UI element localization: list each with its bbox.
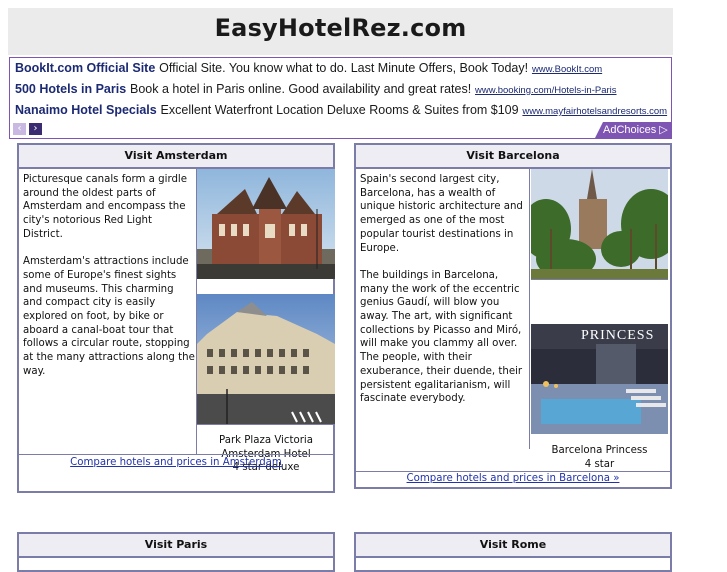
amsterdam-church-photo bbox=[197, 169, 335, 279]
photo-divider bbox=[531, 279, 668, 280]
hotel-name[interactable]: Barcelona Princess bbox=[531, 444, 668, 458]
ad-item[interactable]: BookIt.com Official Site Official Site. … bbox=[15, 61, 602, 75]
barcelona-hotel-photo: PRINCESS bbox=[531, 324, 668, 434]
footer-divider bbox=[356, 471, 672, 472]
ad-title[interactable]: Nanaimo Hotel Specials bbox=[15, 103, 157, 117]
card-rome: Visit Rome bbox=[354, 532, 672, 572]
hotel-sign: PRINCESS bbox=[581, 328, 655, 343]
amsterdam-hotel-photo bbox=[197, 294, 335, 424]
ad-next-icon[interactable]: › bbox=[29, 123, 42, 135]
ad-block: BookIt.com Official Site Official Site. … bbox=[9, 57, 672, 139]
hotel-caption: Barcelona Princess 4 star bbox=[531, 444, 668, 471]
card-title: Visit Amsterdam bbox=[19, 145, 333, 169]
destination-description: Spain's second largest city, Barcelona, … bbox=[360, 173, 528, 420]
card-barcelona: Visit Barcelona Spain's second largest c… bbox=[354, 143, 672, 489]
description-paragraph: Spain's second largest city, Barcelona, … bbox=[360, 174, 523, 254]
column-divider bbox=[529, 169, 530, 449]
ad-prev-icon[interactable]: ‹ bbox=[13, 123, 26, 135]
card-title: Visit Rome bbox=[356, 534, 670, 558]
compare-hotels-link[interactable]: Compare hotels and prices in Amsterdam bbox=[19, 457, 333, 468]
card-paris: Visit Paris bbox=[17, 532, 335, 572]
destination-description: Picturesque canals form a girdle around … bbox=[23, 173, 195, 392]
description-paragraph: The buildings in Barcelona, many the wor… bbox=[360, 269, 523, 405]
barcelona-park-photo bbox=[531, 169, 668, 279]
ad-url[interactable]: www.mayfairhotelsandresorts.com bbox=[522, 106, 667, 117]
ad-pager: ‹ › bbox=[13, 123, 42, 135]
ad-title[interactable]: 500 Hotels in Paris bbox=[15, 82, 126, 96]
adchoices-badge[interactable]: AdChoices ▷ bbox=[595, 122, 671, 138]
footer-divider bbox=[19, 454, 335, 455]
site-title: EasyHotelRez.com bbox=[214, 14, 467, 42]
site-header: EasyHotelRez.com bbox=[8, 8, 673, 55]
card-title: Visit Barcelona bbox=[356, 145, 670, 169]
ad-item[interactable]: 500 Hotels in Paris Book a hotel in Pari… bbox=[15, 82, 617, 96]
photo-divider bbox=[197, 424, 335, 425]
ad-url[interactable]: www.BookIt.com bbox=[532, 64, 602, 75]
compare-hotels-link[interactable]: Compare hotels and prices in Barcelona » bbox=[356, 473, 670, 484]
ad-title[interactable]: BookIt.com Official Site bbox=[15, 61, 155, 75]
ad-description: Excellent Waterfront Location Deluxe Roo… bbox=[160, 103, 519, 117]
ad-description: Official Site. You know what to do. Last… bbox=[159, 61, 529, 75]
description-paragraph: Amsterdam's attractions include some of … bbox=[23, 256, 195, 377]
card-title: Visit Paris bbox=[19, 534, 333, 558]
ad-item[interactable]: Nanaimo Hotel Specials Excellent Waterfr… bbox=[15, 103, 667, 117]
description-paragraph: Picturesque canals form a girdle around … bbox=[23, 174, 188, 240]
ad-url[interactable]: www.booking.com/Hotels-in-Paris bbox=[475, 85, 617, 96]
card-amsterdam: Visit Amsterdam Picturesque canals form … bbox=[17, 143, 335, 493]
hotel-rating: 4 star bbox=[584, 458, 615, 470]
ad-description: Book a hotel in Paris online. Good avail… bbox=[130, 82, 472, 96]
